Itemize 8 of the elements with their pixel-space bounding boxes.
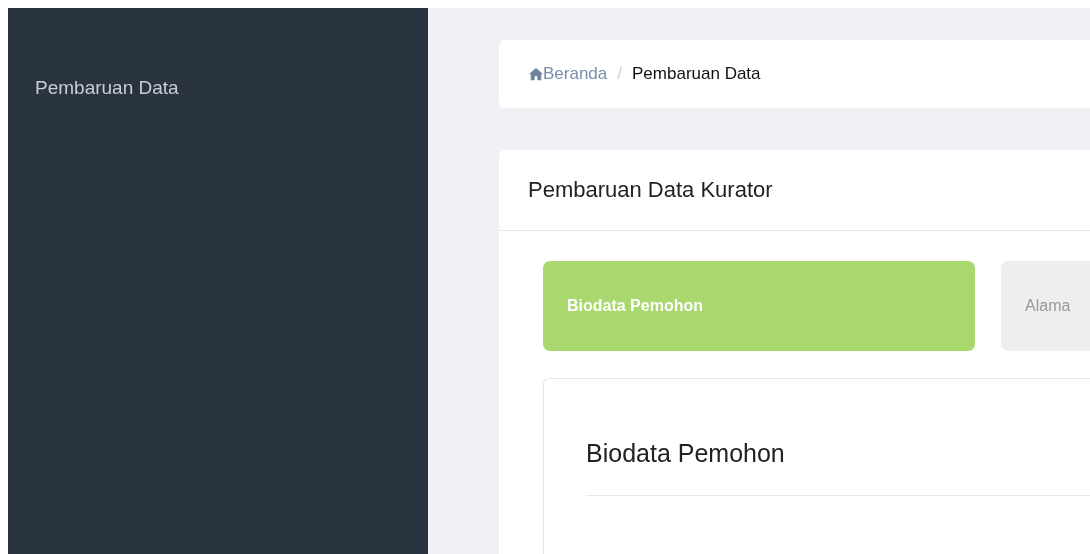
step-tab[interactable]: Alama xyxy=(1001,261,1090,351)
breadcrumb-separator: / xyxy=(617,64,622,84)
breadcrumb-current: Pembaruan Data xyxy=(632,64,761,84)
sidebar-item[interactable]: Pembaruan Data xyxy=(35,77,428,99)
card-title: Pembaruan Data Kurator xyxy=(527,176,774,204)
section-title: Biodata Pemohon xyxy=(586,439,786,469)
breadcrumb-home-link[interactable]: Beranda xyxy=(529,64,608,84)
home-icon xyxy=(529,67,543,81)
